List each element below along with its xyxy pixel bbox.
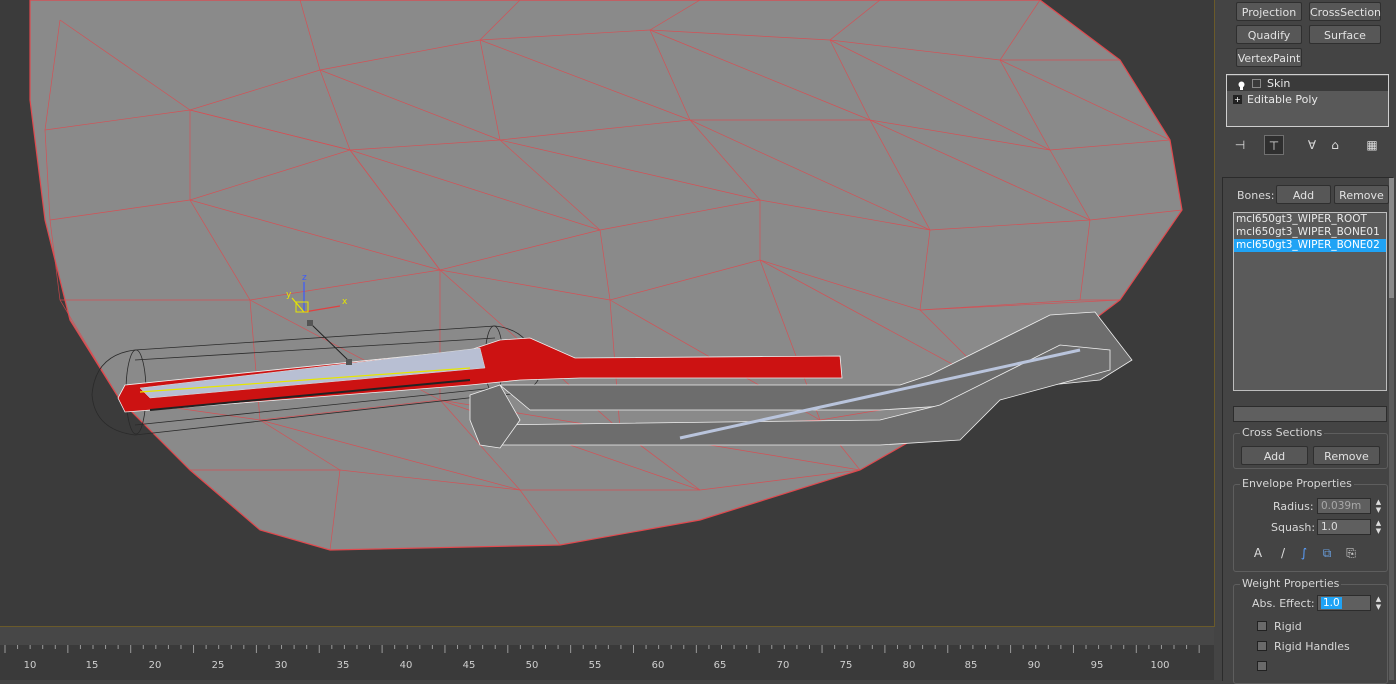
cross-sections-title: Cross Sections xyxy=(1240,426,1325,439)
add-cross-section-button[interactable]: Add xyxy=(1241,446,1308,465)
configure-modifier-sets-icon[interactable]: ▦ xyxy=(1362,135,1382,155)
paste-envelope-icon[interactable]: ⎘ xyxy=(1342,543,1360,563)
rigid-handles-checkbox[interactable] xyxy=(1257,641,1267,651)
tick-label: 75 xyxy=(839,660,853,671)
cross-sections-group: Cross Sections Add Remove xyxy=(1233,427,1388,469)
time-slider-track[interactable] xyxy=(0,627,1214,646)
tick-label: 15 xyxy=(85,660,99,671)
remove-cross-section-button[interactable]: Remove xyxy=(1313,446,1380,465)
radius-spinner[interactable]: ▲ ▼ xyxy=(1373,498,1384,514)
bones-list[interactable]: mcl650gt3_WIPER_ROOT mcl650gt3_WIPER_BON… xyxy=(1233,212,1387,391)
modifier-stack-item-editable-poly[interactable]: + Editable Poly xyxy=(1227,92,1388,107)
abs-effect-input[interactable]: 1.0 xyxy=(1317,595,1371,611)
skin-parameters-rollout: Bones: Add Remove mcl650gt3_WIPER_ROOT m… xyxy=(1222,177,1393,684)
viewport-canvas[interactable]: z x y xyxy=(0,0,1214,626)
squash-input[interactable]: 1.0 xyxy=(1317,519,1371,535)
copy-envelope-icon[interactable]: ⧉ xyxy=(1318,543,1336,563)
gizmo-y-label: y xyxy=(286,290,292,300)
timeline[interactable]: 10 15 20 25 30 35 40 45 50 55 60 65 70 7… xyxy=(0,627,1214,680)
tick-label: 70 xyxy=(776,660,790,671)
squash-spinner[interactable]: ▲ ▼ xyxy=(1373,519,1384,535)
tick-label: 60 xyxy=(651,660,665,671)
rigid-label: Rigid xyxy=(1274,620,1302,633)
falloff-curve-icon[interactable]: ∫ xyxy=(1295,543,1313,563)
tick-label: 35 xyxy=(336,660,350,671)
quadify-mesh-button[interactable]: Quadify Mesh xyxy=(1236,25,1302,61)
tick-label: 95 xyxy=(1090,660,1104,671)
expand-icon[interactable]: + xyxy=(1233,95,1242,104)
modifier-stack[interactable]: Skin + Editable Poly xyxy=(1226,74,1389,127)
windshield-mesh xyxy=(29,0,1183,551)
tick-label: 10 xyxy=(23,660,37,671)
abs-effect-label: Abs. Effect: xyxy=(1252,597,1315,610)
tick-label: 55 xyxy=(588,660,602,671)
command-panel-scrollbar[interactable] xyxy=(1389,178,1394,680)
rigid-checkbox[interactable] xyxy=(1257,621,1267,631)
gizmo-x-label: x xyxy=(342,297,348,307)
command-panel: Projection CrossSection Quadify Mesh Sur… xyxy=(1215,0,1396,684)
envelope-properties-group: Envelope Properties Radius: 0.039m ▲ ▼ Sq… xyxy=(1233,478,1388,572)
make-unique-icon[interactable]: ∀ xyxy=(1302,135,1322,155)
gizmo-z-label: z xyxy=(302,273,307,283)
tick-label: 85 xyxy=(964,660,978,671)
abs-effect-value: 1.0 xyxy=(1321,597,1342,609)
bone-node xyxy=(307,320,313,326)
abs-effect-spinner[interactable]: ▲ ▼ xyxy=(1373,595,1384,611)
vertex-paint-button[interactable]: VertexPaint xyxy=(1236,48,1302,67)
bones-label: Bones: xyxy=(1237,189,1275,202)
radius-label: Radius: xyxy=(1273,500,1314,513)
bone-list-item[interactable]: mcl650gt3_WIPER_BONE01 xyxy=(1234,226,1386,239)
modifier-label: Skin xyxy=(1267,77,1291,90)
pin-stack-icon[interactable]: ⊣ xyxy=(1230,135,1250,155)
track-bar-ticks xyxy=(4,645,1200,653)
add-bone-button[interactable]: Add xyxy=(1276,185,1331,204)
bone-node xyxy=(346,359,352,365)
tick-label: 100 xyxy=(1150,660,1170,671)
bone-list-item[interactable]: mcl650gt3_WIPER_ROOT xyxy=(1234,213,1386,226)
bone-name-field[interactable] xyxy=(1233,406,1387,422)
remove-modifier-icon[interactable]: ⌂ xyxy=(1325,135,1345,155)
bulb-icon[interactable] xyxy=(1237,79,1246,90)
weight-properties-title: Weight Properties xyxy=(1240,577,1342,590)
bone-list-item-selected[interactable]: mcl650gt3_WIPER_BONE02 xyxy=(1234,239,1386,252)
envelope-visibility-icon[interactable]: A xyxy=(1249,543,1267,563)
modifier-stack-item-skin[interactable]: Skin xyxy=(1227,76,1388,91)
tick-label: 80 xyxy=(902,660,916,671)
tick-label: 65 xyxy=(713,660,727,671)
weight-properties-group: Weight Properties Abs. Effect: 1.0 ▲ ▼ Ri… xyxy=(1233,578,1388,684)
show-end-result-icon[interactable]: ⊤ xyxy=(1264,135,1284,155)
envelope-properties-title: Envelope Properties xyxy=(1240,477,1354,490)
modifier-stack-toolbar: ⊣ ⊤ ∀ ⌂ ▦ xyxy=(1226,135,1391,157)
perspective-viewport[interactable]: z x y xyxy=(0,0,1215,627)
modifier-label: Editable Poly xyxy=(1247,93,1318,106)
tick-label: 20 xyxy=(148,660,162,671)
tick-label: 45 xyxy=(462,660,476,671)
squash-label: Squash: xyxy=(1271,521,1316,534)
expand-icon[interactable] xyxy=(1252,79,1261,88)
radius-input[interactable]: 0.039m xyxy=(1317,498,1371,514)
cross-section-button[interactable]: CrossSection xyxy=(1309,2,1381,21)
tick-label: 40 xyxy=(399,660,413,671)
rigid-handles-label: Rigid Handles xyxy=(1274,640,1350,653)
falloff-linear-icon[interactable]: / xyxy=(1274,543,1292,563)
tick-label: 30 xyxy=(274,660,288,671)
surface-button[interactable]: Surface xyxy=(1309,25,1381,44)
tick-label: 25 xyxy=(211,660,225,671)
normalize-checkbox[interactable] xyxy=(1257,661,1267,671)
tick-label: 90 xyxy=(1027,660,1041,671)
tick-label: 50 xyxy=(525,660,539,671)
scrollbar-thumb[interactable] xyxy=(1389,178,1394,298)
remove-bone-button[interactable]: Remove xyxy=(1334,185,1389,204)
projection-button[interactable]: Projection xyxy=(1236,2,1302,21)
